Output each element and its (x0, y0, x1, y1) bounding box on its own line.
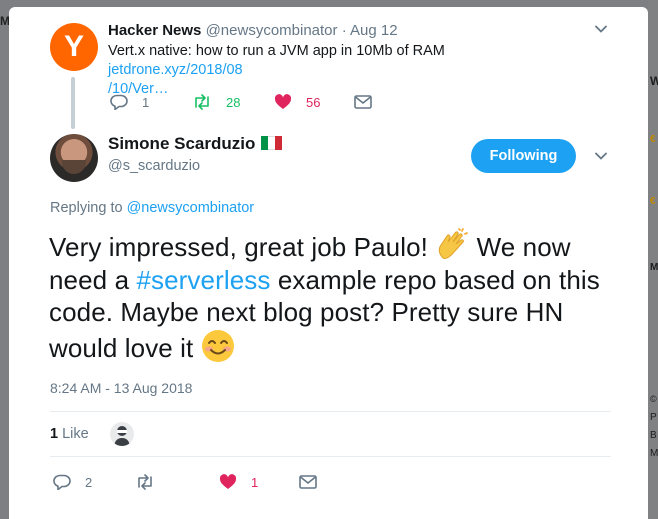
background-letter: B (650, 430, 657, 441)
parent-tweet-actions: 1 28 56 (110, 94, 372, 110)
mail-icon (299, 475, 317, 489)
clapping-hands-emoji (435, 228, 469, 262)
replying-to: Replying to @newsycombinator (50, 200, 254, 216)
tweet-link[interactable]: jetdrone.xyz/2018/08 (108, 62, 243, 78)
author-name-text: Simone Scarduzio (108, 134, 256, 153)
retweet-icon (192, 94, 212, 110)
avatar-letter: Y (63, 30, 84, 63)
like-button[interactable]: 1 (219, 474, 299, 490)
divider (50, 456, 611, 457)
background-letter: M (650, 262, 658, 273)
reply-icon (110, 94, 128, 110)
chevron-down-icon[interactable] (594, 22, 608, 39)
replying-handle[interactable]: @newsycombinator (127, 200, 255, 216)
tweet-timestamp[interactable]: 8:24 AM - 13 Aug 2018 (50, 380, 192, 396)
retweet-button[interactable]: 28 (192, 94, 274, 110)
parent-tweet-header: Hacker News @newsycombinator · Aug 12 (108, 22, 398, 39)
tweet-text: Vert.x native: how to run a JVM app in 1… (108, 43, 445, 59)
direct-message-button[interactable] (299, 475, 317, 489)
background-letter: M (650, 448, 658, 459)
retweet-icon (135, 474, 155, 490)
main-tweet-actions: 2 1 (53, 474, 317, 490)
background-letter: P (650, 412, 657, 423)
background-letter: € (650, 196, 656, 207)
separator: · (341, 22, 347, 39)
tweet-text: Very impressed, great job Paulo! We now … (49, 228, 619, 364)
background-letter: © (650, 394, 657, 404)
hashtag-link[interactable]: #serverless (136, 265, 270, 295)
like-button[interactable]: 56 (274, 94, 354, 110)
reply-button[interactable]: 1 (110, 94, 192, 110)
italy-flag-icon (261, 136, 283, 150)
liker-avatar[interactable] (110, 422, 134, 446)
reply-icon (53, 474, 71, 490)
heart-icon (274, 94, 292, 110)
avatar[interactable]: Y (50, 23, 98, 71)
following-button[interactable]: Following (471, 139, 576, 173)
like-count: 56 (306, 94, 321, 110)
direct-message-button[interactable] (354, 95, 372, 109)
background-sidebar: W € € M © P B M (648, 0, 658, 519)
background-letter: W (650, 74, 658, 88)
tweet-permalink-modal: Y Hacker News @newsycombinator · Aug 12 … (9, 7, 648, 519)
author-handle[interactable]: @newsycombinator (206, 22, 338, 39)
replying-label: Replying to (50, 200, 127, 216)
parent-tweet-text: Vert.x native: how to run a JVM app in 1… (108, 42, 568, 99)
reply-button[interactable]: 2 (53, 474, 135, 490)
retweet-button[interactable] (135, 474, 219, 490)
likes-count: 1 (50, 426, 59, 442)
smiling-face-emoji (201, 329, 235, 363)
tweet-text-segment: Very impressed, great job Paulo! (49, 232, 436, 262)
reply-count: 2 (85, 474, 93, 490)
author-handle[interactable]: @s_scarduzio (108, 158, 200, 174)
reply-count: 1 (142, 94, 150, 110)
background-letter: € (650, 134, 656, 145)
retweet-count: 28 (226, 94, 241, 110)
like-count: 1 (251, 474, 259, 490)
likes-label: Like (58, 426, 89, 442)
avatar[interactable] (50, 134, 98, 182)
author-name[interactable]: Simone Scarduzio (108, 134, 283, 154)
likes-summary[interactable]: 1 Like (50, 426, 89, 442)
chevron-down-icon[interactable] (594, 149, 608, 166)
tweet-date[interactable]: Aug 12 (350, 22, 398, 39)
divider (50, 411, 611, 412)
author-name[interactable]: Hacker News (108, 22, 201, 39)
mail-icon (354, 95, 372, 109)
thread-connector (71, 77, 75, 129)
heart-icon (219, 474, 237, 490)
